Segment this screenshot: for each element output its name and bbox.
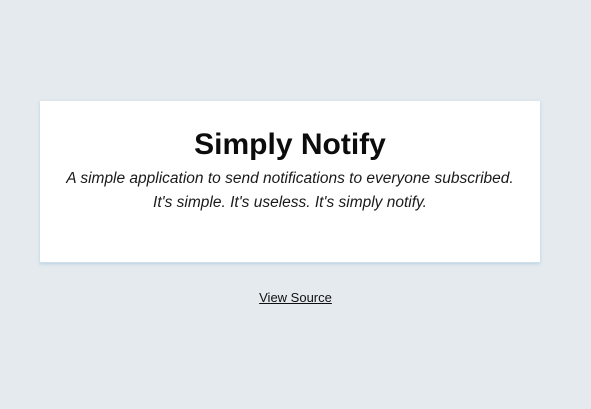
tagline: A simple application to send notificatio… — [40, 167, 540, 215]
tagline-line-2: It's simple. It's useless. It's simply n… — [153, 194, 427, 211]
page-title: Simply Notify — [194, 128, 386, 161]
tagline-line-1: A simple application to send notificatio… — [66, 170, 514, 187]
view-source-link[interactable]: View Source — [0, 289, 591, 307]
intro-card: Simply Notify A simple application to se… — [40, 101, 540, 263]
